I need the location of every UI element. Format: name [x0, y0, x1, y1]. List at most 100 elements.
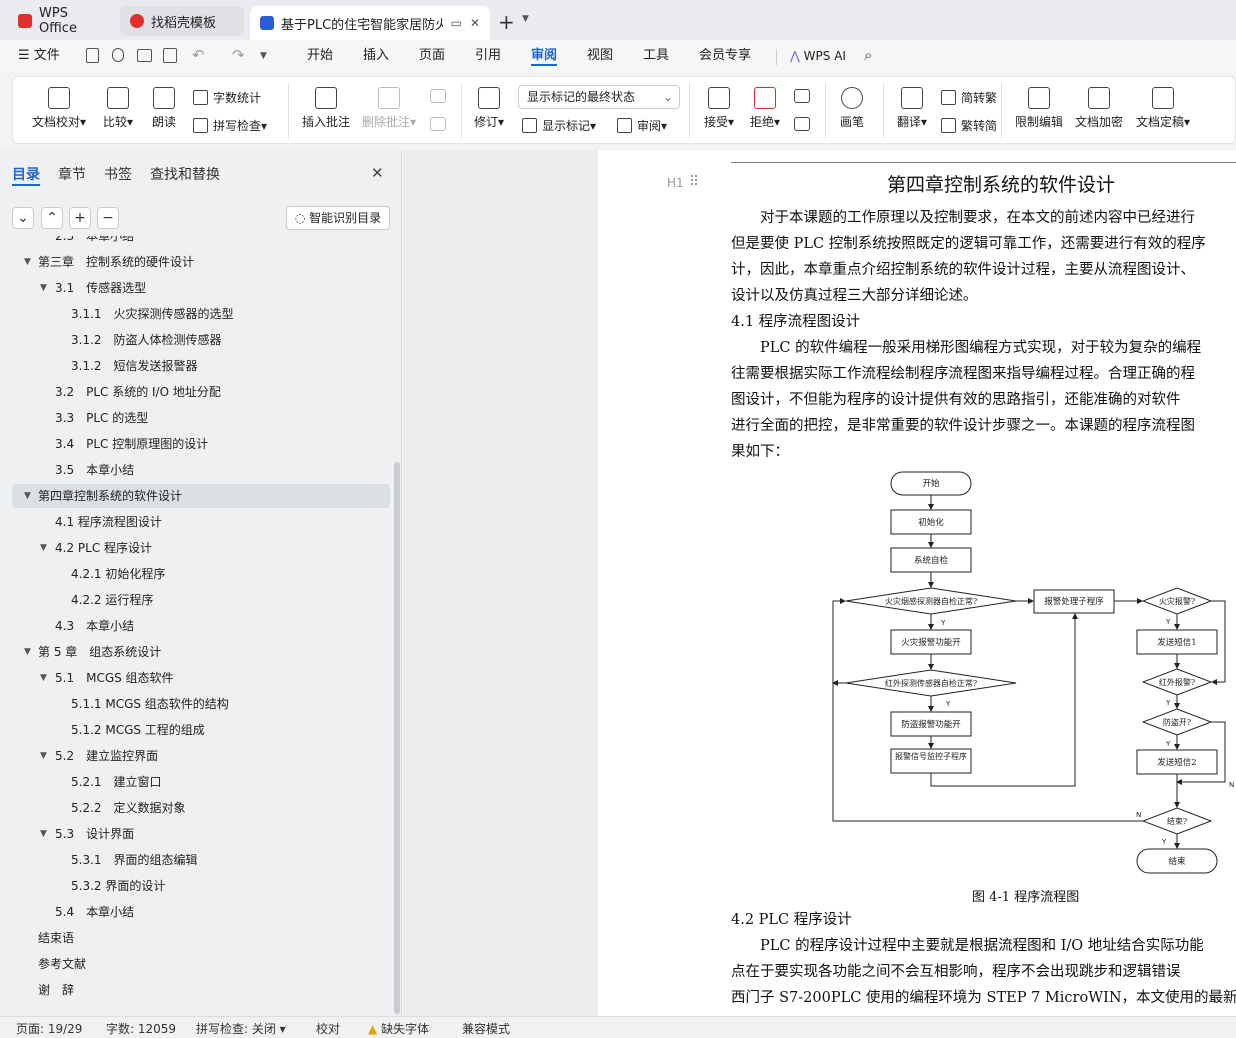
- collapse-all-button[interactable]: ⌄: [12, 207, 34, 229]
- spell-check-button[interactable]: 拼写检查 ▾: [193, 117, 267, 134]
- toc-item[interactable]: 5.3.2 界面的设计: [12, 874, 390, 898]
- proof-button[interactable]: 校对: [316, 1020, 340, 1037]
- toc-item[interactable]: ▼ 第 5 章 组态系统设计: [12, 640, 390, 664]
- prev-comment-button[interactable]: [427, 89, 449, 107]
- translate-button[interactable]: 翻译▾: [891, 87, 933, 130]
- accept-button[interactable]: 接受▾: [699, 87, 739, 130]
- toc-item[interactable]: 5.4 本章小结: [12, 900, 390, 924]
- prev-change-button[interactable]: [791, 89, 813, 107]
- to-traditional-button[interactable]: 简转繁: [941, 89, 997, 106]
- toc-item[interactable]: 5.2.1 建立窗口: [12, 770, 390, 794]
- menu-insert[interactable]: 插入: [363, 46, 389, 66]
- reject-button[interactable]: 拒绝▾: [745, 87, 785, 130]
- toc-item[interactable]: 5.1.1 MCGS 组态软件的结构: [12, 692, 390, 716]
- nav-tab-toc[interactable]: 目录: [12, 164, 40, 184]
- redo-icon[interactable]: ↷: [232, 46, 245, 64]
- nav-tab-sections[interactable]: 章节: [58, 164, 86, 184]
- page-indicator[interactable]: 页面: 19/29: [16, 1020, 82, 1037]
- tab-document[interactable]: 基于PLC的住宅智能家居防火防 ▭ ✕: [250, 6, 490, 40]
- more-chevron-icon[interactable]: ▼: [260, 51, 267, 61]
- toc-item[interactable]: 参考文献: [12, 952, 390, 976]
- compare-button[interactable]: 比较▾: [97, 87, 139, 130]
- toc-item[interactable]: ▼ 3.1 传感器选型: [12, 276, 390, 300]
- toc-item[interactable]: 5.1.2 MCGS 工程的组成: [12, 718, 390, 742]
- missing-font-button[interactable]: ▲ 缺失字体: [368, 1020, 429, 1037]
- markup-state-select[interactable]: 显示标记的最终状态 ⌄: [518, 85, 680, 109]
- menu-member[interactable]: 会员专享: [699, 46, 751, 66]
- toc-item[interactable]: 谢 辞: [12, 978, 390, 1002]
- toc-item[interactable]: 4.1 程序流程图设计: [12, 510, 390, 534]
- next-change-button[interactable]: [791, 117, 813, 135]
- toc-item[interactable]: ▼ 第三章 控制系统的硬件设计: [12, 250, 390, 274]
- close-tab-icon[interactable]: ✕: [470, 16, 480, 30]
- toc-item[interactable]: 4.3 本章小结: [12, 614, 390, 638]
- menu-file[interactable]: ☰ 文件: [18, 46, 60, 66]
- expand-arrow-icon[interactable]: ▼: [40, 276, 47, 300]
- tab-wps-office[interactable]: WPS Office: [8, 6, 114, 36]
- menu-home[interactable]: 开始: [307, 46, 333, 66]
- expand-arrow-icon[interactable]: ▼: [40, 744, 47, 768]
- doc-finalize-button[interactable]: 文档定稿▾: [1131, 87, 1195, 130]
- chevron-down-icon[interactable]: ▼: [522, 14, 529, 24]
- tab-template[interactable]: 找稻壳模板: [120, 6, 244, 36]
- restrict-edit-button[interactable]: 限制编辑: [1011, 87, 1067, 130]
- expand-button[interactable]: ⌃: [41, 207, 63, 229]
- menu-references[interactable]: 引用: [475, 46, 501, 66]
- toc-item[interactable]: ▼ 第四章控制系统的软件设计: [12, 484, 390, 508]
- toc-item[interactable]: ▼ 5.3 设计界面: [12, 822, 390, 846]
- expand-arrow-icon[interactable]: ▼: [40, 822, 47, 846]
- close-icon[interactable]: ✕: [371, 164, 384, 182]
- expand-arrow-icon[interactable]: ▼: [24, 250, 31, 274]
- next-comment-button[interactable]: [427, 117, 449, 135]
- toc-item[interactable]: 3.1.2 短信发送报警器: [12, 354, 390, 378]
- toc-item[interactable]: 结束语: [12, 926, 390, 950]
- save-icon[interactable]: [86, 48, 99, 63]
- toc-item[interactable]: 3.5 本章小结: [12, 458, 390, 482]
- attach-icon[interactable]: [112, 48, 124, 62]
- delete-comment-button[interactable]: 删除批注▾: [359, 87, 419, 130]
- word-count[interactable]: 字数: 12059: [106, 1020, 176, 1037]
- toc-item[interactable]: ▼ 4.2 PLC 程序设计: [12, 536, 390, 560]
- add-heading-button[interactable]: +: [69, 207, 91, 229]
- menu-review[interactable]: 审阅: [531, 46, 558, 66]
- to-simplified-button[interactable]: 繁转简: [941, 117, 997, 134]
- doc-encrypt-button[interactable]: 文档加密: [1071, 87, 1127, 130]
- nav-tab-find-replace[interactable]: 查找和替换: [150, 164, 220, 184]
- print-icon[interactable]: [137, 49, 152, 62]
- read-aloud-button[interactable]: 朗读: [147, 87, 181, 130]
- menu-view[interactable]: 视图: [587, 46, 613, 66]
- toc-item[interactable]: 3.3 PLC 的选型: [12, 406, 390, 430]
- toc-item[interactable]: 3.1.1 火灾探测传感器的选型: [12, 302, 390, 326]
- expand-arrow-icon[interactable]: ▼: [24, 640, 31, 664]
- menu-wps-ai[interactable]: ⋀ WPS AI: [790, 46, 846, 66]
- revise-button[interactable]: 修订▾: [469, 87, 509, 130]
- toc-item[interactable]: ▼ 5.1 MCGS 组态软件: [12, 666, 390, 690]
- toc-scrollbar[interactable]: [394, 462, 400, 1014]
- undo-icon[interactable]: ↶: [192, 46, 205, 64]
- expand-arrow-icon[interactable]: ▼: [24, 484, 31, 508]
- spell-check-status[interactable]: 拼写检查: 关闭 ▾: [196, 1020, 286, 1037]
- review-pane-button[interactable]: 审阅 ▾: [617, 117, 667, 134]
- heading-level-marker[interactable]: H1: [667, 176, 684, 190]
- search-icon[interactable]: ⌕: [864, 46, 872, 64]
- print-preview-icon[interactable]: [163, 48, 177, 63]
- toc-item[interactable]: 3.2 PLC 系统的 I/O 地址分配: [12, 380, 390, 404]
- drag-handle-icon[interactable]: ⠿: [689, 174, 699, 190]
- insert-comment-button[interactable]: 插入批注: [299, 87, 353, 130]
- new-tab-icon[interactable]: +: [498, 10, 515, 34]
- toc-item[interactable]: ▼ 5.2 建立监控界面: [12, 744, 390, 768]
- show-markup-button[interactable]: 显示标记 ▾: [522, 117, 596, 134]
- smart-toc-button[interactable]: ◌ 智能识别目录: [286, 206, 390, 230]
- expand-arrow-icon[interactable]: ▼: [40, 536, 47, 560]
- ink-button[interactable]: 画笔: [835, 87, 869, 130]
- nav-tab-bookmarks[interactable]: 书签: [104, 164, 132, 184]
- expand-arrow-icon[interactable]: ▼: [40, 666, 47, 690]
- menu-tools[interactable]: 工具: [643, 46, 669, 66]
- toc-item[interactable]: 4.2.2 运行程序: [12, 588, 390, 612]
- menu-page[interactable]: 页面: [419, 46, 445, 66]
- toc-item[interactable]: 3.1.2 防盗人体检测传感器: [12, 328, 390, 352]
- remove-heading-button[interactable]: −: [97, 207, 119, 229]
- word-count-button[interactable]: 字数统计: [193, 89, 261, 106]
- toc-item[interactable]: 5.2.2 定义数据对象: [12, 796, 390, 820]
- toc-item[interactable]: 2.3 本章小结: [12, 236, 390, 248]
